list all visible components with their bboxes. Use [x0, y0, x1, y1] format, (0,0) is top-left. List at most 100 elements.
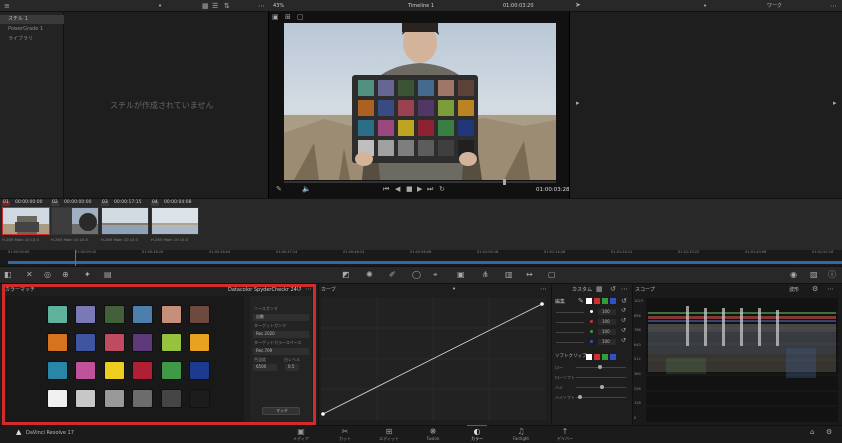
library-label[interactable]: ライブラリ: [8, 37, 33, 42]
clip-thumbnail[interactable]: [151, 207, 199, 235]
rgb-mixer-icon[interactable]: ▤: [104, 271, 112, 279]
clip-thumbnail[interactable]: [101, 207, 149, 235]
viewer-tool-icon[interactable]: ▢: [297, 14, 304, 21]
channel-y-chip[interactable]: [586, 298, 592, 304]
dot-icon[interactable]: •: [158, 3, 162, 10]
timeline-playhead[interactable]: [75, 250, 76, 266]
warper-icon[interactable]: ✺: [366, 271, 373, 279]
slider-knob[interactable]: [578, 395, 582, 399]
tracker-icon[interactable]: ⌖: [433, 271, 438, 279]
viewer-zoom[interactable]: 43%: [273, 4, 284, 9]
pointer-icon[interactable]: ➤: [575, 2, 581, 9]
reset-icon[interactable]: ↺: [621, 338, 626, 344]
channel-g-chip[interactable]: [602, 298, 608, 304]
pen-icon[interactable]: ✎: [276, 186, 282, 193]
clip-thumbnail[interactable]: [2, 207, 50, 235]
scrubber-marker[interactable]: [503, 179, 506, 185]
info-icon[interactable]: ⓘ: [828, 271, 836, 279]
viewer-tool-icon[interactable]: ▣: [272, 14, 279, 21]
playhead-scrubber[interactable]: [284, 181, 556, 183]
keyframes-icon[interactable]: ◉: [790, 271, 797, 279]
more-icon[interactable]: ⋯: [621, 286, 628, 293]
more-icon[interactable]: ⋯: [540, 286, 547, 293]
channel-value[interactable]: 100: [602, 340, 610, 344]
reset-icon[interactable]: ↺: [621, 318, 626, 324]
checker-patch: [438, 140, 454, 156]
channel-r-chip[interactable]: [594, 298, 600, 304]
3d-icon[interactable]: ▢: [548, 271, 556, 279]
channel-value[interactable]: 100: [602, 320, 610, 324]
channel-b-chip[interactable]: [610, 298, 616, 304]
tab-fairlight[interactable]: ♫ Fairlight: [501, 427, 541, 441]
channel-value[interactable]: 100: [602, 330, 610, 334]
viewer-image[interactable]: [284, 23, 556, 180]
skip-start-icon[interactable]: ⏮: [383, 186, 389, 193]
settings-icon[interactable]: ⚙: [826, 429, 832, 436]
reset-icon[interactable]: ↺: [621, 328, 626, 334]
soft-clip-g-chip[interactable]: [602, 354, 608, 360]
soft-clip-r-chip[interactable]: [594, 354, 600, 360]
settings-icon[interactable]: ⚙: [812, 286, 818, 293]
tab-エディット[interactable]: ⊞ エディット: [369, 427, 409, 442]
collapse-arrow-icon[interactable]: ▸: [833, 100, 837, 107]
soft-clip-b-chip[interactable]: [610, 354, 616, 360]
waveform-scope: [646, 298, 838, 422]
channel-value[interactable]: 100: [602, 310, 610, 314]
wheels-icon[interactable]: ⊕: [62, 271, 69, 279]
menu-icon[interactable]: ≡: [4, 3, 10, 10]
audio-icon[interactable]: 🔈: [302, 186, 311, 193]
reset-icon[interactable]: ↺: [621, 308, 626, 314]
clip-thumbnail[interactable]: [51, 207, 99, 235]
sizing-icon[interactable]: ↔: [526, 271, 533, 279]
qualifier-icon[interactable]: ✐: [389, 271, 396, 279]
lut-icon[interactable]: ◧: [4, 271, 12, 279]
home-icon[interactable]: ⌂: [810, 429, 814, 436]
right-dropdown[interactable]: ワーク: [767, 4, 782, 9]
color-tool-row: [0, 266, 842, 284]
slider-knob[interactable]: [600, 385, 604, 389]
dot-icon[interactable]: •: [703, 3, 707, 10]
album-label[interactable]: スチル 1: [8, 17, 28, 22]
timeline-track[interactable]: [8, 261, 842, 264]
color-match-icon[interactable]: ◎: [44, 271, 51, 279]
more-icon[interactable]: ⋯: [830, 3, 837, 10]
stop-icon[interactable]: ■: [406, 186, 413, 193]
tab-fusion[interactable]: ❋ Fusion: [413, 427, 453, 441]
timeline-name[interactable]: Timeline 1: [408, 4, 434, 9]
collapse-arrow-icon[interactable]: ▸: [576, 100, 580, 107]
key-icon[interactable]: ▥: [505, 271, 513, 279]
window-icon[interactable]: ◯: [412, 271, 421, 279]
list-view-icon[interactable]: ☰: [212, 3, 218, 10]
step-back-icon[interactable]: ◀: [395, 186, 400, 193]
curve-graph[interactable]: [321, 298, 546, 420]
reset-icon[interactable]: ↺: [610, 286, 616, 293]
reset-icon[interactable]: ↺: [621, 298, 627, 305]
scopes-icon[interactable]: ▧: [810, 271, 818, 279]
tab-カット[interactable]: ✂ カット: [325, 427, 365, 442]
low-soft-slider[interactable]: [576, 377, 626, 378]
scopes-dropdown[interactable]: 波形: [789, 288, 799, 293]
tab-デリバー[interactable]: ↑ デリバー: [545, 427, 585, 442]
dot-icon[interactable]: •: [452, 286, 456, 293]
curves-icon[interactable]: ◩: [342, 271, 350, 279]
blur-icon[interactable]: ⋔: [482, 271, 489, 279]
pen-icon[interactable]: ✎: [578, 298, 584, 305]
more-icon[interactable]: ⋯: [827, 286, 834, 293]
camera-raw-icon[interactable]: ✕: [26, 271, 33, 279]
loop-icon[interactable]: ↻: [439, 186, 445, 193]
grid-view-icon[interactable]: ▦: [202, 3, 209, 10]
tab-メディア[interactable]: ▣ メディア: [281, 427, 321, 442]
magic-mask-icon[interactable]: ▣: [457, 271, 465, 279]
skip-end-icon[interactable]: ⏭: [427, 186, 433, 193]
more-icon[interactable]: ⋯: [258, 3, 265, 10]
high-soft-slider[interactable]: [576, 397, 626, 398]
slider-knob[interactable]: [598, 365, 602, 369]
play-icon[interactable]: ▶: [417, 186, 422, 193]
sort-icon[interactable]: ⇅: [224, 3, 230, 10]
grid-icon[interactable]: ▦: [596, 286, 603, 293]
tab-カラー[interactable]: ◐ カラー: [457, 427, 497, 442]
soft-clip-y-chip[interactable]: [586, 354, 592, 360]
viewer-tool-icon[interactable]: ⊞: [285, 14, 291, 21]
powergrade-label[interactable]: PowerGrade 1: [8, 27, 43, 32]
hdr-icon[interactable]: ✦: [84, 271, 91, 279]
